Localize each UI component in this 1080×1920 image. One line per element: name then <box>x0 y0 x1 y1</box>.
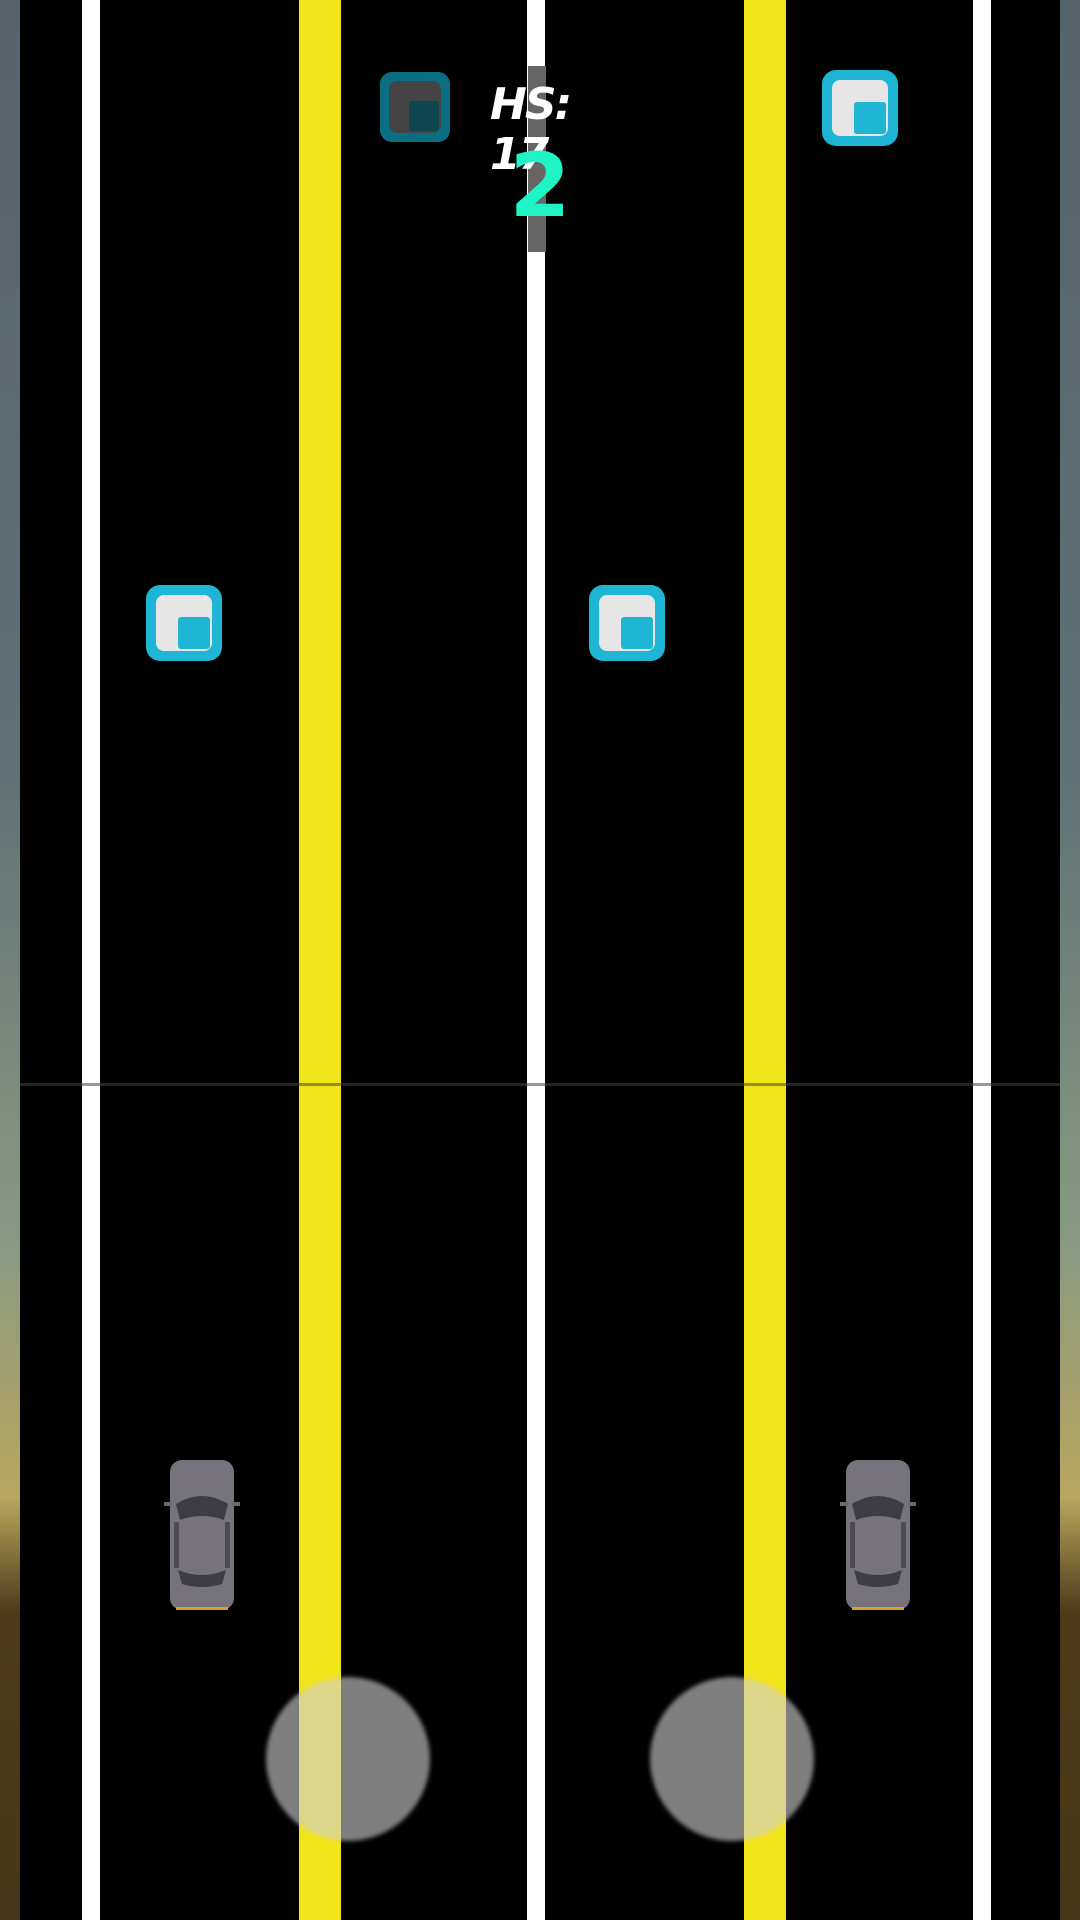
square-token-icon <box>146 585 222 661</box>
right-touch-button[interactable] <box>650 1677 814 1841</box>
left-roadside <box>0 0 20 1920</box>
car-right[interactable] <box>838 1458 918 1612</box>
square-token-icon <box>822 70 898 146</box>
yellow-lane-line-right <box>744 0 786 1920</box>
road-seam <box>20 1083 1060 1086</box>
white-lane-line-center <box>527 0 545 1920</box>
pause-button[interactable] <box>380 72 450 142</box>
car-left[interactable] <box>162 1458 242 1612</box>
current-score: 2 <box>509 134 571 237</box>
right-roadside <box>1060 0 1080 1920</box>
yellow-lane-line-left <box>299 0 341 1920</box>
white-lane-line-right <box>973 0 991 1920</box>
left-touch-button[interactable] <box>266 1677 430 1841</box>
high-score-label: HS: 17 <box>490 79 572 180</box>
square-token-icon <box>589 585 665 661</box>
white-lane-line-left <box>82 0 100 1920</box>
pause-icon <box>389 81 441 133</box>
